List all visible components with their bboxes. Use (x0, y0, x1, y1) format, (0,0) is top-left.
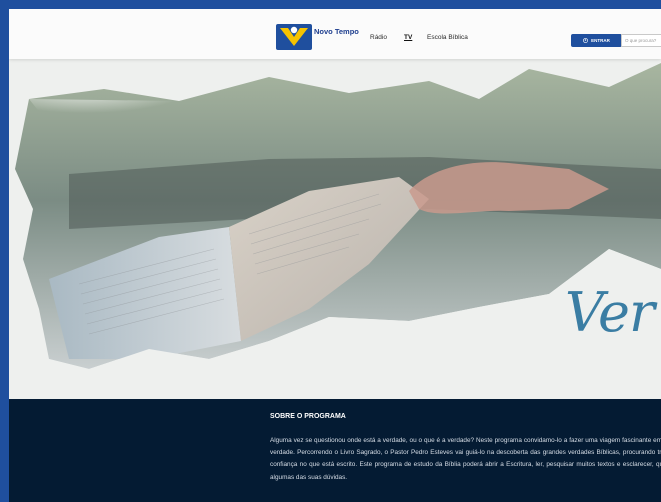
login-button[interactable]: ENTRAR (571, 34, 622, 47)
nav-item-escola-biblica[interactable]: Escola Bíblica (427, 34, 468, 41)
novo-tempo-logo-icon[interactable] (276, 24, 312, 50)
search-input[interactable]: O que procura? (621, 34, 661, 47)
about-section: SOBRE O PROGRAMA Alguma vez se questiono… (9, 399, 661, 502)
user-icon (583, 38, 589, 43)
login-label: ENTRAR (591, 38, 610, 43)
nav-item-tv[interactable]: TV (404, 34, 412, 41)
hero-banner: Ver (9, 59, 661, 399)
about-text: Alguma vez se questionou onde está a ver… (270, 437, 661, 481)
hero-image (9, 63, 661, 399)
site-header: Novo Tempo Rádio TV Escola Bíblica ENTRA… (9, 9, 661, 59)
nav-item-radio[interactable]: Rádio (370, 34, 387, 41)
hero-script-title: Ver (565, 281, 655, 344)
about-heading: SOBRE O PROGRAMA (270, 413, 346, 420)
brand-name[interactable]: Novo Tempo (314, 28, 359, 36)
page-frame: Novo Tempo Rádio TV Escola Bíblica ENTRA… (9, 9, 661, 502)
